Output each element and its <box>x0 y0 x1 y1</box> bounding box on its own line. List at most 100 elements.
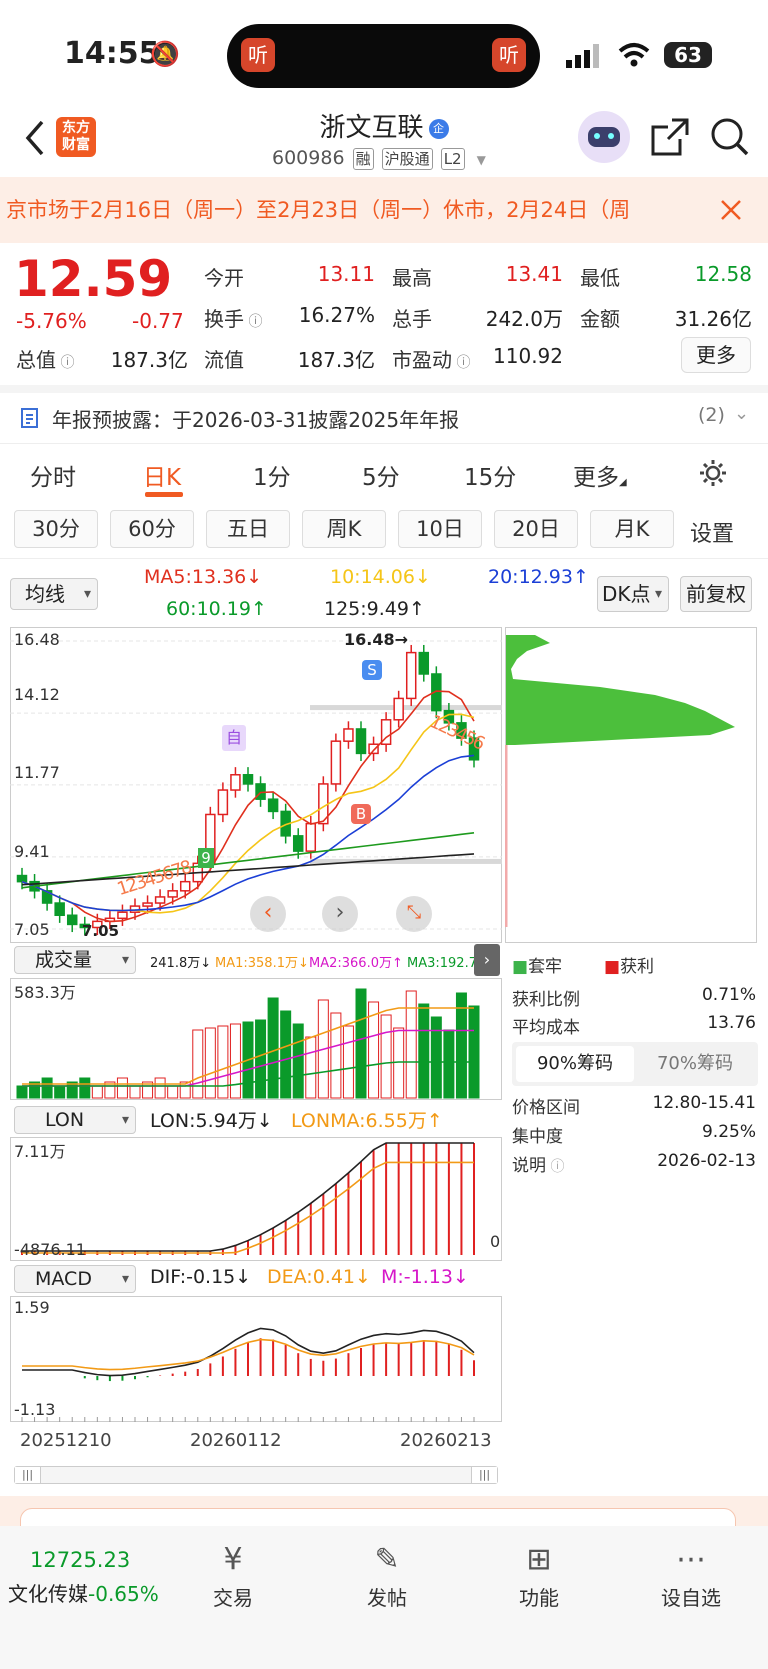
signal-icon <box>566 44 599 68</box>
settings-link[interactable]: 设置 <box>690 516 734 548</box>
volume-bar <box>380 1014 392 1099</box>
candle <box>343 728 354 742</box>
self-select-marker: 自 <box>222 725 246 751</box>
time-range-scrollbar[interactable]: ||| ||| <box>14 1466 498 1484</box>
candle <box>54 902 65 917</box>
lon-axis-max: 7.11万 <box>14 1142 66 1161</box>
nav-post[interactable]: ✎ 发帖 <box>342 1538 432 1611</box>
stock-code-row: 600986 融 沪股通 L2 ▼ <box>272 147 486 170</box>
ma125-value: 125:9.49↑ <box>324 598 425 620</box>
turnover-value: 16.27% <box>298 303 375 327</box>
tab-30min[interactable]: 30分 <box>14 510 98 548</box>
volume-bar <box>255 1019 267 1099</box>
tab-90-chips[interactable]: 90%筹码 <box>516 1046 634 1082</box>
tab-60min[interactable]: 60分 <box>110 510 194 548</box>
kline-chart[interactable] <box>10 627 502 943</box>
last-price: 12.59 <box>14 250 173 308</box>
listen-icon: 听 <box>492 38 526 72</box>
tab-monthly[interactable]: 月K <box>590 510 674 548</box>
tab-intraday[interactable]: 分时 <box>30 458 76 492</box>
legend-profit: ■获利 <box>604 957 655 977</box>
gear-icon[interactable] <box>698 458 728 488</box>
chevron-right-icon[interactable]: › <box>322 896 358 932</box>
macd-frame <box>10 1296 502 1422</box>
volume-bar <box>41 1077 53 1099</box>
chevron-down-icon[interactable]: ▼ <box>477 153 486 167</box>
volume-selector[interactable]: 成交量 <box>14 946 136 974</box>
volume-bar <box>229 1023 241 1099</box>
buy-signal-marker: B <box>351 804 371 824</box>
nav-add-watchlist[interactable]: ⋯ 设自选 <box>646 1538 736 1611</box>
more-dots-icon: ⋯ <box>676 1542 706 1577</box>
tab-10day[interactable]: 10日 <box>398 510 482 548</box>
stock-code: 600986 <box>272 147 345 169</box>
high-value: 13.41 <box>505 262 563 286</box>
share-icon[interactable] <box>650 117 690 157</box>
candle <box>142 902 153 907</box>
volume-bar <box>355 988 367 1099</box>
price-axis-label: 14.12 <box>14 685 60 704</box>
lon-axis-min: -4876.11 <box>14 1240 86 1259</box>
tab-5min[interactable]: 5分 <box>362 458 400 492</box>
market-cap-label: 总值 ⓘ <box>16 348 75 372</box>
sell-signal-marker: S <box>362 660 382 680</box>
index-value[interactable]: 12725.23 <box>30 1548 130 1572</box>
scroll-handle-left[interactable]: ||| <box>15 1467 41 1483</box>
lon-selector[interactable]: LON <box>14 1106 136 1134</box>
more-button[interactable]: 更多 <box>681 337 751 373</box>
volume-bar <box>468 1005 480 1099</box>
info-icon: ⓘ <box>452 355 471 371</box>
candle <box>230 774 241 791</box>
assistant-robot-icon[interactable] <box>578 111 630 163</box>
candle <box>305 822 317 852</box>
avg-cost-label: 平均成本 <box>512 1018 580 1038</box>
pe-value: 110.92 <box>493 344 563 368</box>
tab-20day[interactable]: 20日 <box>494 510 578 548</box>
trade-icon: ¥ <box>223 1542 243 1577</box>
macd-chart <box>10 1296 502 1422</box>
panel-toggle-icon[interactable]: › <box>474 944 500 976</box>
dk-point-button[interactable]: DK点 <box>597 576 669 612</box>
price-axis-label: 9.41 <box>14 842 50 861</box>
edit-icon: ✎ <box>374 1542 400 1577</box>
scroll-handle-right[interactable]: ||| <box>471 1467 497 1483</box>
close-icon[interactable] <box>720 199 742 221</box>
tab-1min[interactable]: 1分 <box>253 458 291 492</box>
volume-bar <box>292 1023 304 1099</box>
tab-5day[interactable]: 五日 <box>206 510 290 548</box>
chevron-left-icon[interactable]: ‹ <box>250 896 286 932</box>
report-text: 年报预披露：于2026-03-31披露2025年年报 <box>52 408 460 432</box>
tab-15min[interactable]: 15分 <box>464 458 516 492</box>
volume-bar <box>305 1036 317 1099</box>
adjust-button[interactable]: 前复权 <box>680 576 752 612</box>
nav-functions[interactable]: ⊞ 功能 <box>494 1538 584 1611</box>
annual-report-row[interactable]: 年报预披露：于2026-03-31披露2025年年报 (2) ⌄ <box>0 393 768 443</box>
tab-70-chips[interactable]: 70%筹码 <box>636 1046 754 1082</box>
expand-icon[interactable]: ⤡ <box>396 896 432 932</box>
info-icon: ⓘ <box>546 1159 565 1175</box>
macd-selector[interactable]: MACD <box>14 1265 136 1293</box>
candle <box>167 890 178 898</box>
candle <box>154 896 166 904</box>
search-icon[interactable] <box>710 117 750 157</box>
tab-more[interactable]: 更多◢ <box>573 458 627 492</box>
index-row[interactable]: 文化传媒-0.65% <box>8 1578 159 1607</box>
volume-bar <box>443 1029 455 1099</box>
open-value: 13.11 <box>317 262 375 286</box>
price-axis-label: 16.48 <box>14 630 60 649</box>
concentration-value: 9.25% <box>701 1122 756 1142</box>
volume-bar <box>16 1085 28 1099</box>
volume-bar <box>430 1016 442 1099</box>
ma-selector[interactable]: 均线 <box>10 578 98 610</box>
volume-bar <box>217 1025 229 1099</box>
candle <box>217 789 229 816</box>
tab-daily-k[interactable]: 日K <box>143 458 181 492</box>
volume-bar <box>192 1029 204 1099</box>
stock-name: 浙文互联 <box>319 113 424 143</box>
nav-trade[interactable]: ¥ 交易 <box>188 1538 278 1611</box>
lonma-value: LONMA:6.55万↑ <box>291 1110 443 1132</box>
volume-bar <box>116 1077 128 1099</box>
candle <box>393 697 404 721</box>
tab-weekly[interactable]: 周K <box>302 510 386 548</box>
market-closure-notice[interactable]: 京市场于2月16日（周一）至2月23日（周一）休市，2月24日（周 <box>0 177 768 243</box>
